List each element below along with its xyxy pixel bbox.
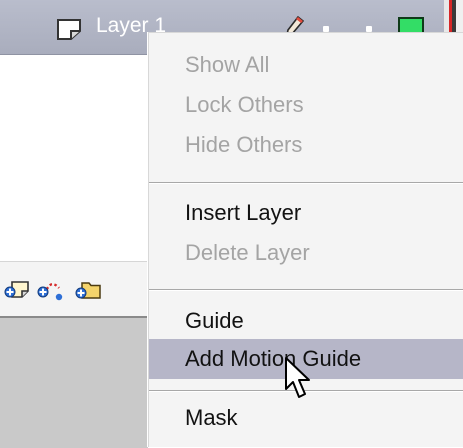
layer-icon <box>57 19 81 40</box>
layer-toolbar <box>0 261 148 317</box>
menu-item-insert-layer[interactable]: Insert Layer <box>149 193 463 233</box>
timeline-panel: Layer 1 Show All Lock Others Hide Others… <box>0 0 463 448</box>
insert-layer-folder-icon[interactable] <box>74 276 102 302</box>
menu-separator <box>149 182 463 184</box>
menu-item-lock-others[interactable]: Lock Others <box>149 85 463 125</box>
insert-layer-icon[interactable] <box>3 276 31 302</box>
layer-list-area <box>0 55 148 261</box>
menu-item-guide[interactable]: Guide <box>149 301 463 341</box>
menu-item-delete-layer[interactable]: Delete Layer <box>149 233 463 273</box>
menu-item-hide-others[interactable]: Hide Others <box>149 125 463 165</box>
menu-item-show-all[interactable]: Show All <box>149 45 463 85</box>
timeline-footer <box>0 316 148 448</box>
mouse-cursor-icon <box>285 357 310 398</box>
menu-separator <box>149 289 463 291</box>
menu-item-mask[interactable]: Mask <box>149 398 463 438</box>
add-motion-guide-icon[interactable] <box>36 276 64 302</box>
